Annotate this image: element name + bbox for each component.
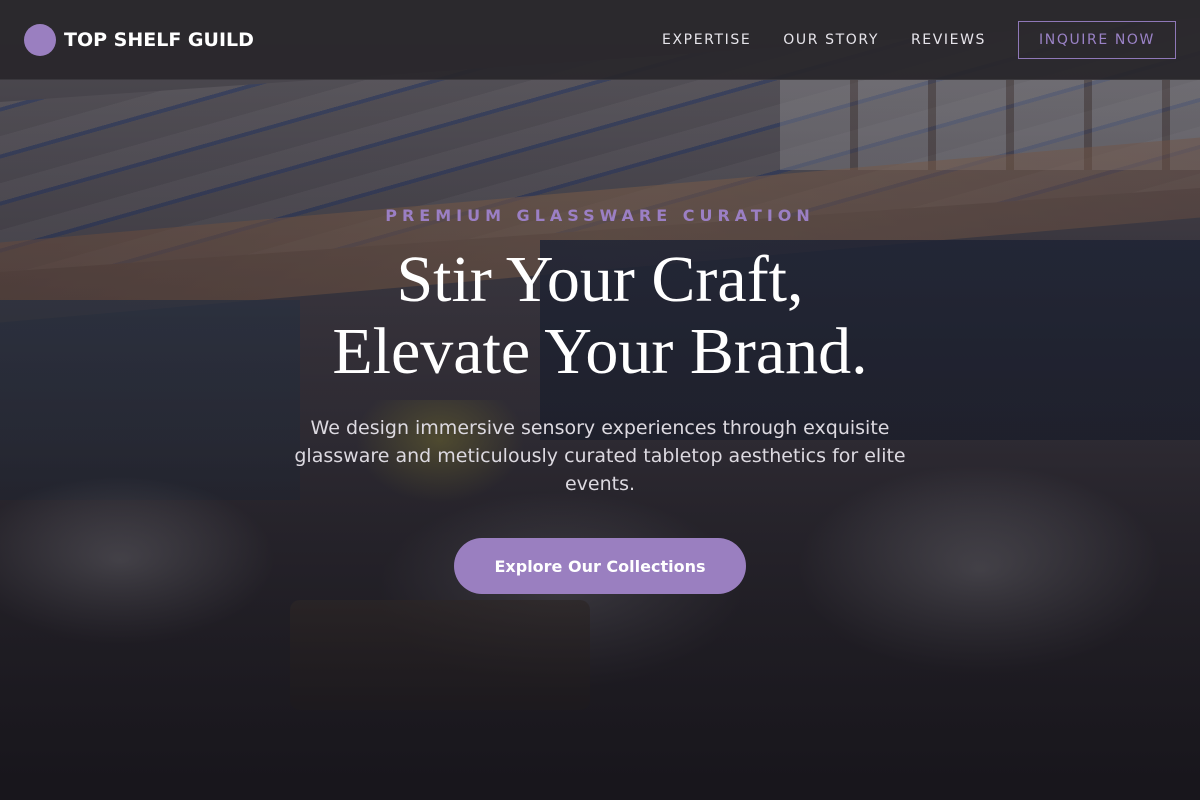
nav-link-reviews[interactable]: REVIEWS xyxy=(911,32,986,48)
inquire-now-button[interactable]: INQUIRE NOW xyxy=(1018,20,1176,59)
brand-name: TOP SHELF GUILD xyxy=(64,28,254,51)
headline-line-1: Stir Your Craft, xyxy=(396,243,804,316)
explore-collections-button[interactable]: Explore Our Collections xyxy=(454,538,746,594)
hero-background-image xyxy=(0,0,1200,800)
site-header: TOP SHELF GUILD EXPERTISE OUR STORY REVI… xyxy=(0,0,1200,80)
hero-eyebrow: PREMIUM GLASSWARE CURATION xyxy=(385,206,815,225)
headline-line-2: Elevate Your Brand. xyxy=(332,315,868,388)
main-nav: EXPERTISE OUR STORY REVIEWS INQUIRE NOW xyxy=(630,20,1176,59)
nav-link-our-story[interactable]: OUR STORY xyxy=(783,32,879,48)
nav-link-expertise[interactable]: EXPERTISE xyxy=(662,32,751,48)
circle-logo-icon xyxy=(24,23,56,56)
hero-subtext: We design immersive sensory experiences … xyxy=(294,417,906,495)
dark-overlay xyxy=(0,0,1200,800)
hero-headline: Stir Your Craft, Elevate Your Brand. xyxy=(0,244,1200,388)
brand-link[interactable]: TOP SHELF GUILD xyxy=(24,23,254,56)
